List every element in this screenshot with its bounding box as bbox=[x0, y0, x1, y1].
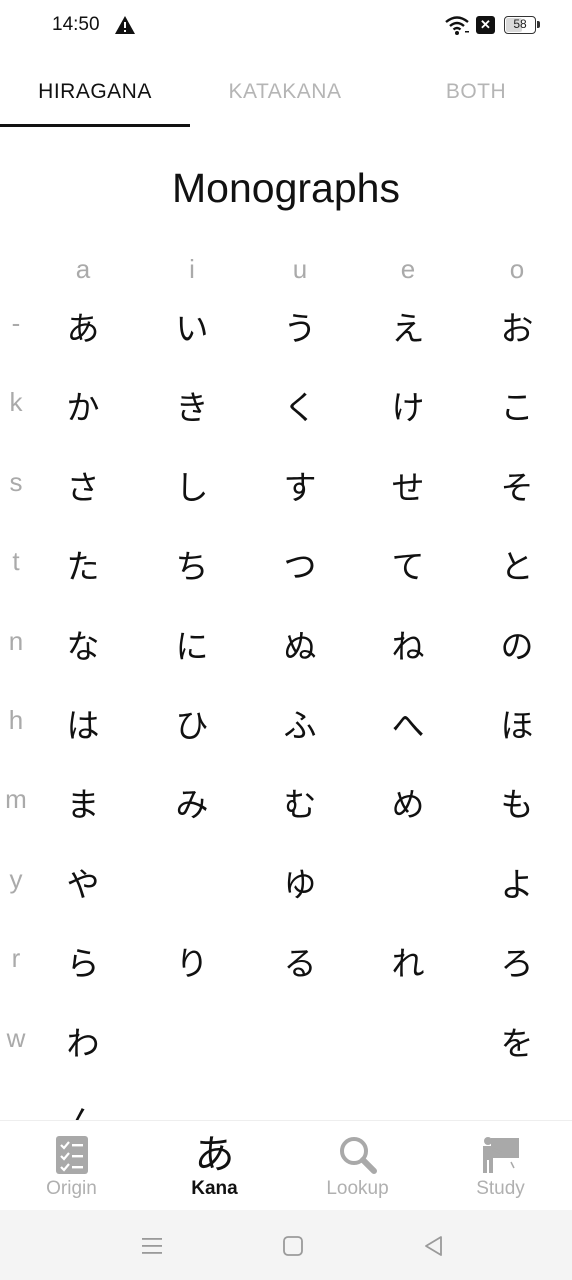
tab-katakana[interactable]: KATAKANA bbox=[190, 58, 380, 126]
recents-button[interactable] bbox=[138, 1232, 166, 1260]
row-label: y bbox=[9, 863, 23, 894]
row-label: s bbox=[9, 466, 23, 497]
kana-cell[interactable]: と bbox=[481, 540, 553, 588]
kana-cell[interactable]: む bbox=[264, 778, 336, 826]
kana-cell[interactable]: せ bbox=[372, 461, 444, 509]
search-icon bbox=[336, 1133, 380, 1177]
nav-origin[interactable]: Origin bbox=[0, 1121, 143, 1211]
kana-cell[interactable]: り bbox=[156, 937, 228, 985]
warning-icon bbox=[114, 15, 136, 35]
column-header-u: u bbox=[292, 254, 308, 284]
kana-cell[interactable]: い bbox=[156, 302, 228, 350]
nav-study[interactable]: Study bbox=[429, 1121, 572, 1211]
kana-cell[interactable]: さ bbox=[47, 461, 119, 509]
kana-cell[interactable]: え bbox=[372, 302, 444, 350]
kana-cell[interactable]: す bbox=[264, 461, 336, 509]
kana-cell[interactable]: て bbox=[372, 540, 444, 588]
kana-table: a i u e o -あいうえお kかきくけこ sさしすせそ tたちつてと nなにぬねの hはひふへ… bbox=[0, 240, 572, 1120]
kana-type-tabs: HIRAGANA KATAKANA BOTH bbox=[0, 58, 572, 128]
kana-cell[interactable]: か bbox=[47, 381, 119, 429]
nav-lookup-label: Lookup bbox=[326, 1178, 389, 1199]
kana-cell[interactable]: ゆ bbox=[264, 858, 336, 906]
page-title: Monographs bbox=[172, 165, 400, 211]
kana-cell[interactable]: る bbox=[264, 937, 336, 985]
kana-cell[interactable]: を bbox=[481, 1017, 553, 1065]
battery-icon: 58 bbox=[504, 16, 540, 34]
kana-cell[interactable]: あ bbox=[47, 302, 119, 350]
kana-cell[interactable]: こ bbox=[481, 381, 553, 429]
menu-lines-icon bbox=[142, 1238, 162, 1254]
nav-origin-label: Origin bbox=[46, 1178, 97, 1199]
kana-cell[interactable]: へ bbox=[372, 699, 444, 747]
kana-cell[interactable]: き bbox=[156, 381, 228, 429]
kana-cell[interactable]: お bbox=[481, 302, 553, 350]
kana-cell[interactable]: し bbox=[156, 461, 228, 509]
square-icon bbox=[283, 1236, 303, 1256]
home-button[interactable] bbox=[279, 1232, 307, 1260]
status-bar: 14:50 ✕ 58 bbox=[0, 0, 572, 52]
kana-cell[interactable]: わ bbox=[47, 1017, 119, 1065]
checklist-icon bbox=[50, 1133, 94, 1177]
kana-cell[interactable]: ち bbox=[156, 540, 228, 588]
bottom-navigation: Origin あ Kana Lookup Study bbox=[0, 1120, 572, 1210]
tab-katakana-label: KATAKANA bbox=[228, 80, 342, 103]
tab-both[interactable]: BOTH bbox=[381, 58, 571, 126]
column-header-i: i bbox=[189, 254, 195, 284]
kana-cell[interactable]: そ bbox=[481, 461, 553, 509]
triangle-back-icon bbox=[425, 1236, 442, 1256]
row-label: - bbox=[11, 308, 21, 338]
nav-kana[interactable]: あ Kana bbox=[143, 1121, 286, 1211]
x-box-icon: ✕ bbox=[476, 16, 495, 34]
kana-cell[interactable]: う bbox=[264, 302, 336, 350]
row-label: m bbox=[5, 784, 27, 815]
tab-hiragana-label: HIRAGANA bbox=[38, 80, 152, 103]
kana-cell[interactable]: み bbox=[156, 778, 228, 826]
column-header-e: e bbox=[400, 254, 416, 284]
kana-cell[interactable]: つ bbox=[264, 540, 336, 588]
kana-cell[interactable]: ほ bbox=[481, 699, 553, 747]
kana-cell[interactable]: ぬ bbox=[264, 620, 336, 668]
nav-kana-label: Kana bbox=[191, 1178, 238, 1199]
row-label: h bbox=[8, 705, 24, 735]
a-hiragana-icon: あ bbox=[193, 1133, 237, 1177]
kana-cell[interactable]: も bbox=[481, 778, 553, 826]
back-button[interactable] bbox=[420, 1232, 448, 1260]
kana-cell[interactable]: よ bbox=[481, 858, 553, 906]
kana-cell[interactable]: ん bbox=[47, 1096, 119, 1120]
kana-cell[interactable]: の bbox=[481, 620, 553, 668]
kana-cell[interactable]: ら bbox=[47, 937, 119, 985]
teacher-board-icon bbox=[479, 1133, 523, 1177]
kana-cell[interactable]: ふ bbox=[264, 699, 336, 747]
kana-cell[interactable]: く bbox=[264, 381, 336, 429]
active-tab-indicator bbox=[0, 124, 190, 127]
kana-cell[interactable]: や bbox=[47, 858, 119, 906]
row-label: t bbox=[12, 546, 20, 577]
kana-cell[interactable]: に bbox=[156, 620, 228, 668]
kana-cell[interactable]: れ bbox=[372, 937, 444, 985]
kana-cell[interactable]: た bbox=[47, 540, 119, 588]
nav-kana-glyph: あ bbox=[194, 1132, 235, 1178]
kana-cell[interactable]: は bbox=[47, 699, 119, 747]
nav-lookup[interactable]: Lookup bbox=[286, 1121, 429, 1211]
column-header-o: o bbox=[509, 254, 525, 284]
nav-study-label: Study bbox=[476, 1178, 525, 1199]
kana-cell[interactable]: け bbox=[372, 381, 444, 429]
status-time: 14:50 bbox=[52, 14, 100, 35]
kana-cell[interactable]: ひ bbox=[156, 699, 228, 747]
kana-cell[interactable]: ま bbox=[47, 778, 119, 826]
wifi-icon bbox=[444, 14, 470, 36]
system-navigation-bar bbox=[0, 1210, 572, 1280]
battery-level: 58 bbox=[513, 17, 527, 31]
tab-hiragana[interactable]: HIRAGANA bbox=[0, 58, 190, 126]
kana-cell[interactable]: め bbox=[372, 778, 444, 826]
row-label: n bbox=[8, 625, 24, 656]
row-label: k bbox=[9, 387, 23, 418]
row-label: w bbox=[6, 1022, 26, 1053]
tab-both-label: BOTH bbox=[445, 80, 507, 103]
kana-cell[interactable]: ね bbox=[372, 620, 444, 668]
row-label: r bbox=[11, 943, 21, 974]
kana-cell[interactable]: ろ bbox=[481, 937, 553, 985]
kana-cell[interactable]: な bbox=[47, 620, 119, 668]
column-header-a: a bbox=[75, 254, 91, 284]
